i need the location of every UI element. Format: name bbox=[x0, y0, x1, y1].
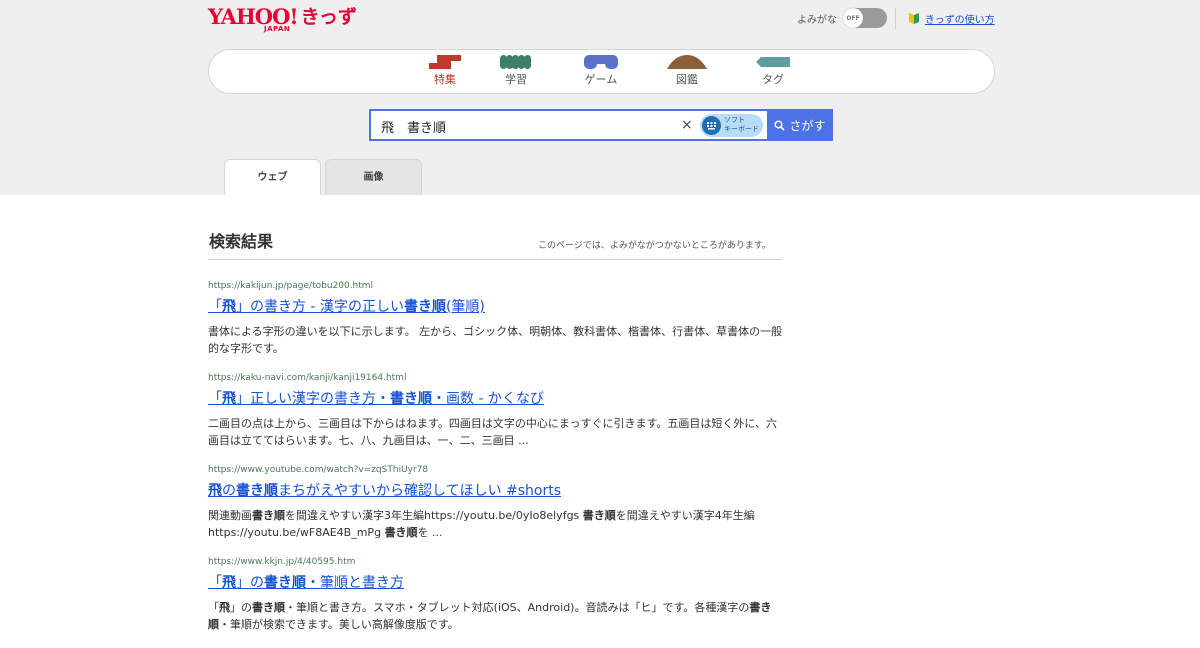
beginner-mark-icon bbox=[909, 13, 919, 24]
search-icon bbox=[774, 119, 786, 131]
result-snippet: 二画目の点は上から、三画目は下からはねます。四画目は文字の中心にまっすぐに引きま… bbox=[208, 417, 778, 447]
feature-icon bbox=[429, 55, 461, 69]
yomigana-label: よみがな bbox=[797, 14, 837, 26]
search-button-label: さがす bbox=[789, 118, 826, 133]
help-link-group: きっずの使い方 bbox=[908, 11, 995, 26]
header-area: YAHOO! JAPAN きっず よみがな OFF きっずの使い方 特集 学習 … bbox=[0, 0, 1200, 195]
result-url: https://kakijun.jp/page/tobu200.html bbox=[208, 281, 374, 291]
game-icon bbox=[584, 55, 618, 69]
category-encyclopedia[interactable]: 図鑑 bbox=[657, 55, 717, 87]
result-title-link[interactable]: 「飛」の書き方 - 漢字の正しい書き順(筆順) bbox=[208, 297, 784, 317]
soft-keyboard-button[interactable]: ソフト キーボード bbox=[700, 114, 763, 137]
yomigana-toggle-state: OFF bbox=[843, 8, 863, 28]
result-snippet: 書体による字形の違いを以下に示します。 左から、ゴシック体、明朝体、教科書体、楷… bbox=[208, 325, 783, 355]
study-icon bbox=[500, 55, 531, 69]
search-button[interactable]: さがす bbox=[767, 109, 833, 141]
category-label: ゲーム bbox=[584, 73, 618, 86]
header-divider bbox=[895, 8, 896, 29]
search-query: 飛 書き順 bbox=[381, 121, 447, 136]
yahoo-kids-logo[interactable]: YAHOO! JAPAN きっず bbox=[208, 6, 357, 34]
category-nav: 特集 学習 ゲーム 図鑑 タグ bbox=[208, 49, 995, 94]
results-note: このページでは、よみがながつかないところがあります。 bbox=[538, 241, 771, 251]
search-result: https://www.kkjn.jp/4/40595.htm 「飛」の書き順・… bbox=[208, 556, 784, 633]
category-label: タグ bbox=[762, 73, 784, 86]
help-link[interactable]: きっずの使い方 bbox=[925, 11, 995, 26]
category-game[interactable]: ゲーム bbox=[571, 55, 631, 87]
tab-web[interactable]: ウェブ bbox=[224, 159, 321, 195]
keyboard-icon bbox=[702, 116, 721, 135]
tag-icon bbox=[756, 57, 790, 67]
tab-images[interactable]: 画像 bbox=[325, 159, 422, 195]
result-title-link[interactable]: 「飛」の書き順・筆順と書き方 bbox=[208, 573, 784, 593]
search-result: https://www.youtube.com/watch?v=zqSThiUy… bbox=[208, 464, 784, 541]
result-title-link[interactable]: 「飛」正しい漢字の書き方・書き順・画数 - かくなび bbox=[208, 389, 784, 409]
category-tag[interactable]: タグ bbox=[743, 55, 803, 87]
result-url: https://www.kkjn.jp/4/40595.htm bbox=[208, 557, 356, 567]
category-label: 図鑑 bbox=[676, 73, 698, 86]
search-result: https://kakijun.jp/page/tobu200.html 「飛」… bbox=[208, 280, 784, 357]
search-input[interactable]: 飛 書き順 × ソフト キーボード bbox=[369, 109, 767, 141]
result-title-link[interactable]: 飛の書き順まちがえやすいから確認してほしい #shorts bbox=[208, 481, 784, 501]
result-url: https://www.youtube.com/watch?v=zqSThiUy… bbox=[208, 465, 429, 475]
soft-keyboard-label: ソフト キーボード bbox=[724, 116, 759, 133]
logo-kids-text: きっず bbox=[300, 6, 357, 28]
clear-icon[interactable]: × bbox=[681, 117, 693, 133]
result-url: https://kaku-navi.com/kanji/kanji19164.h… bbox=[208, 373, 407, 383]
encyclopedia-icon bbox=[667, 55, 707, 69]
search-result: https://kaku-navi.com/kanji/kanji19164.h… bbox=[208, 372, 784, 449]
category-label: 学習 bbox=[505, 73, 527, 86]
logo-japan-text: JAPAN bbox=[264, 25, 291, 33]
results-title: 検索結果 bbox=[209, 232, 274, 251]
results-divider bbox=[208, 259, 782, 260]
result-snippet: 「飛」の書き順・筆順と書き方。スマホ・タブレット対応(iOS、Android)。… bbox=[208, 601, 772, 631]
result-snippet: 関連動画書き順を間違えやすい漢字3年生編https://youtu.be/0yI… bbox=[208, 509, 755, 539]
yomigana-setting: よみがな OFF bbox=[797, 8, 887, 28]
category-study[interactable]: 学習 bbox=[486, 55, 546, 87]
category-label: 特集 bbox=[434, 73, 456, 86]
yomigana-toggle[interactable]: OFF bbox=[843, 8, 887, 28]
category-feature[interactable]: 特集 bbox=[415, 55, 475, 87]
